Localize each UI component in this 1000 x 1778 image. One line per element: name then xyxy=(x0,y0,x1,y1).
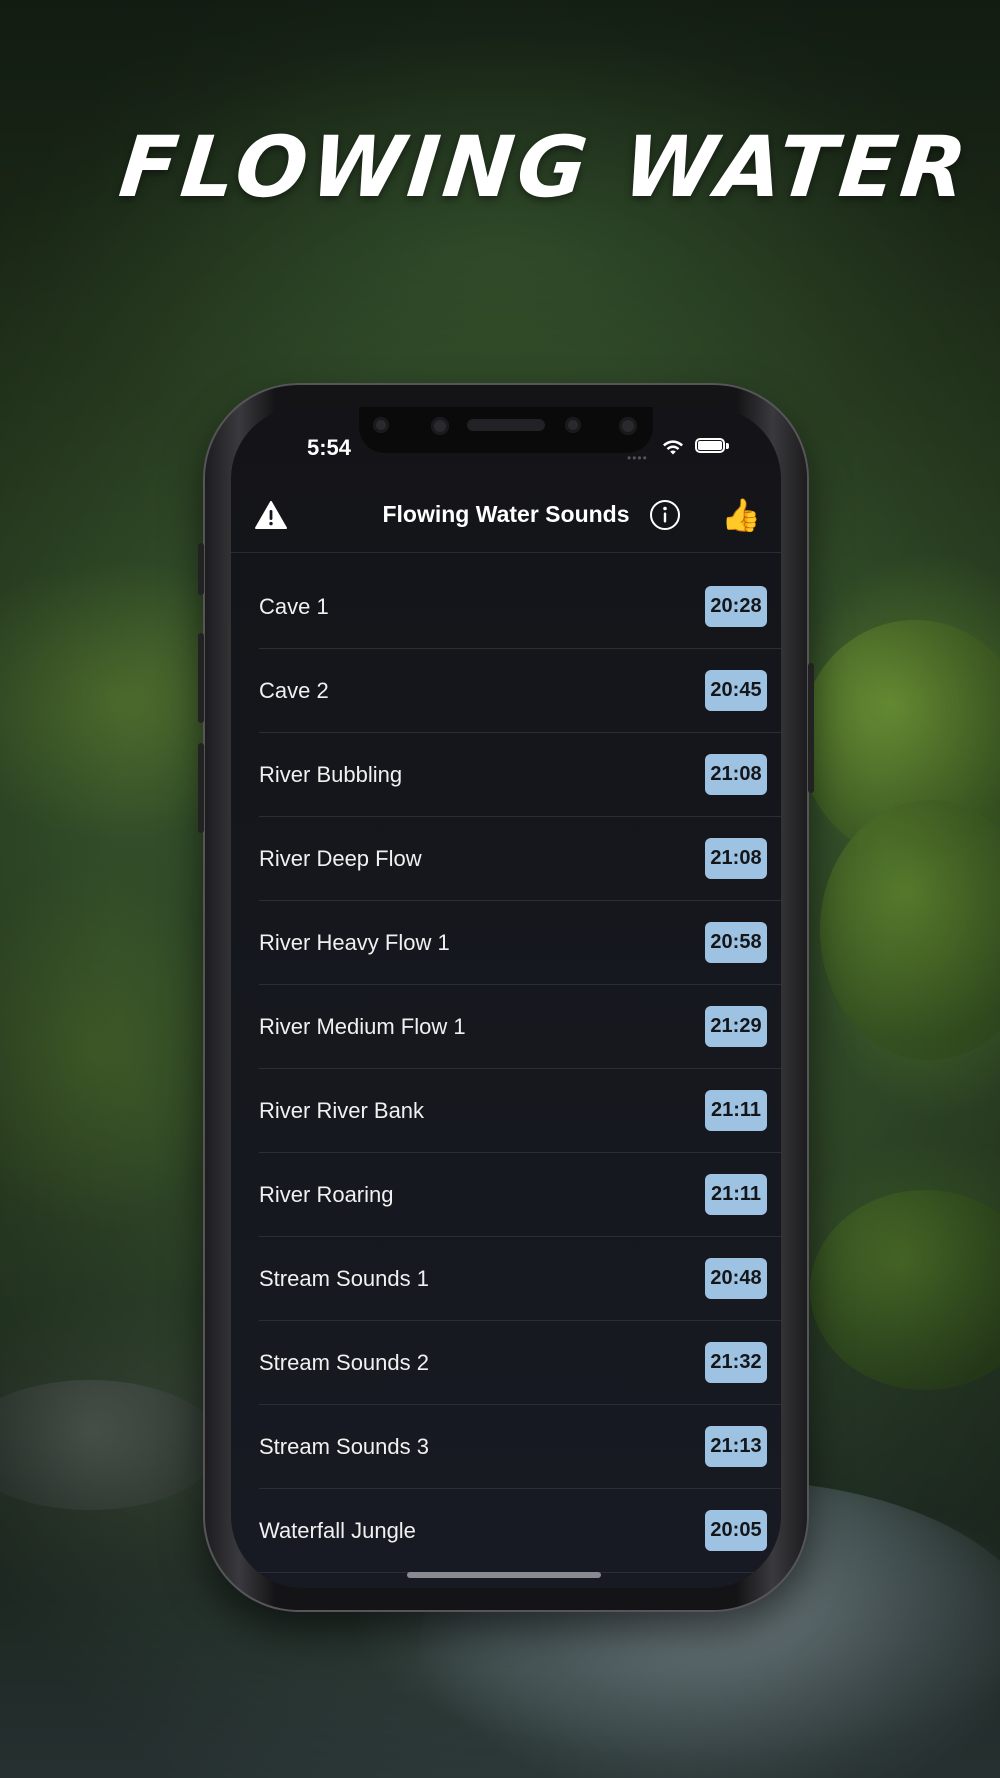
duration-badge: 21:32 xyxy=(705,1342,767,1383)
sound-name: River Bubbling xyxy=(259,761,403,787)
sound-list: Cave 1 20:28 Cave 2 20:45 River Bubbling 21:0… xyxy=(231,565,781,1588)
sound-row[interactable]: River Deep Flow 21:08 xyxy=(259,817,781,901)
screen-title: Flowing Water Sounds xyxy=(382,501,630,527)
phone-screen: 5:54 •••• Flowing Water Sounds 👍 Cave 1 … xyxy=(231,407,781,1588)
sound-row[interactable]: River Heavy Flow 1 20:58 xyxy=(259,901,781,985)
signal-dots: •••• xyxy=(627,451,648,465)
duration-badge: 20:28 xyxy=(705,586,767,627)
sound-name: Cave 2 xyxy=(259,677,329,703)
sound-name: River River Bank xyxy=(259,1097,425,1123)
sound-row[interactable]: River Medium Flow 1 21:29 xyxy=(259,985,781,1069)
duration-badge: 21:13 xyxy=(705,1426,767,1467)
duration-badge: 20:45 xyxy=(705,670,767,711)
sound-name: River Roaring xyxy=(259,1181,394,1207)
status-time: 5:54 xyxy=(307,435,352,460)
duration-badge: 21:11 xyxy=(705,1090,767,1131)
sound-row[interactable]: Waterfall Jungle 20:05 xyxy=(259,1489,781,1573)
volume-up-button xyxy=(198,633,204,723)
power-button xyxy=(808,663,814,793)
home-indicator[interactable] xyxy=(407,1572,601,1578)
duration-badge: 20:05 xyxy=(705,1510,767,1551)
sound-name: Cave 1 xyxy=(259,593,329,619)
sound-row[interactable]: River Roaring 21:11 xyxy=(259,1153,781,1237)
navigation-bar: Flowing Water Sounds 👍 xyxy=(231,479,781,553)
thumbs-up-icon[interactable]: 👍 xyxy=(721,495,761,535)
mute-switch xyxy=(198,543,204,595)
sound-row[interactable]: Stream Sounds 2 21:32 xyxy=(259,1321,781,1405)
duration-badge: 21:08 xyxy=(705,754,767,795)
sound-name: Waterfall Jungle xyxy=(259,1517,416,1543)
sound-name: Stream Sounds 3 xyxy=(259,1433,429,1459)
duration-badge: 21:29 xyxy=(705,1006,767,1047)
sound-row[interactable]: River Bubbling 21:08 xyxy=(259,733,781,817)
duration-badge: 20:48 xyxy=(705,1258,767,1299)
sound-name: Stream Sounds 2 xyxy=(259,1349,429,1375)
volume-down-button xyxy=(198,743,204,833)
sound-row[interactable]: Stream Sounds 3 21:13 xyxy=(259,1405,781,1489)
promo-headline: FLOWING WATER xyxy=(114,118,976,216)
sound-row[interactable]: River River Bank 21:11 xyxy=(259,1069,781,1153)
duration-badge: 20:58 xyxy=(705,922,767,963)
duration-badge: 21:11 xyxy=(705,1174,767,1215)
sound-name: River Heavy Flow 1 xyxy=(259,929,450,955)
duration-badge: 21:08 xyxy=(705,838,767,879)
sound-name: River Medium Flow 1 xyxy=(259,1013,466,1039)
phone-mockup: 5:54 •••• Flowing Water Sounds 👍 Cave 1 … xyxy=(198,383,814,1612)
sound-name: Stream Sounds 1 xyxy=(259,1265,429,1291)
sound-row[interactable]: Cave 1 20:28 xyxy=(259,565,781,649)
notch xyxy=(359,407,653,453)
wifi-icon xyxy=(663,440,683,455)
sound-row[interactable]: Stream Sounds 1 20:48 xyxy=(259,1237,781,1321)
battery-icon xyxy=(695,438,729,453)
sound-name: River Deep Flow xyxy=(259,845,422,871)
sound-row[interactable]: Cave 2 20:45 xyxy=(259,649,781,733)
info-circle-icon[interactable] xyxy=(649,499,681,531)
